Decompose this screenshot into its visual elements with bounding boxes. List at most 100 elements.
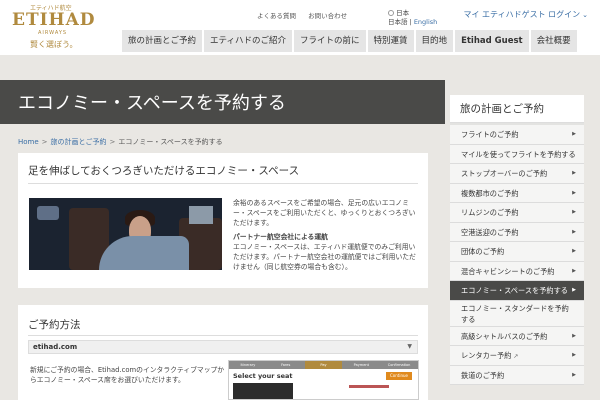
contact-link[interactable]: お問い合わせ [308,12,347,20]
utility-links: よくある質問 お問い合わせ [257,10,357,20]
sidebar-item-multi-city[interactable]: 複数都市のご予約 ▶ [450,183,584,203]
sidebar-item-car-rental[interactable]: レンタカー予約 ↗ ▶ [450,346,584,366]
booking-steps: Itinerary Fares Pay Payment Confirmation [229,361,418,369]
globe-icon [388,10,394,16]
sidebar-item-label: 複数都市のご予約 [461,188,519,198]
continue-button: Continue [386,372,412,380]
arrow-right-icon: ▶ [572,267,576,274]
booking-method-dropdown[interactable]: etihad.com ▼ [28,340,418,354]
sidebar-item-limousine[interactable]: リムジンのご予約 ▶ [450,203,584,223]
chevron-down-icon: ⌄ [582,11,588,19]
sidebar-item-mixed-cabin[interactable]: 混合キャビンシートのご予約 ▶ [450,261,584,281]
breadcrumb: Home > 旅の計画とご予約 > エコノミー・スペースを予約する [18,137,223,147]
current-country: 日本 [396,9,410,17]
breadcrumb-current: エコノミー・スペースを予約する [118,138,223,146]
breadcrumb-sep: > [41,138,48,146]
sidebar-item-label: 混合キャビンシートのご予約 [461,266,555,276]
faq-link[interactable]: よくある質問 [257,12,296,20]
breadcrumb-sep: > [109,138,116,146]
sidebar-item-rail[interactable]: 鉄道のご予約 ▶ [450,365,584,385]
booking-step: Confirmation [387,363,411,367]
sidebar-item-book-flight[interactable]: フライトのご予約 ▶ [450,125,584,145]
sidebar-item-label: エコノミー・スペースを予約する [461,286,568,295]
photo-window [37,206,59,220]
booking-description: 新規にご予約の場合、Etihad.comのインタラクティブマップからエコノミー・… [30,366,225,384]
page-hero: エコノミー・スペースを予約する [0,80,445,124]
nav-plan-book[interactable]: 旅の計画とご予約 [122,30,203,52]
cabin-photo [29,198,222,270]
sidebar-item-label: ストップオーバーのご予約 [461,169,548,178]
sidebar-item-economy-standard[interactable]: エコノミー・スタンダードを予約する [450,300,584,327]
seat-selection-screenshot: Itinerary Fares Pay Payment Confirmation… [228,360,419,400]
arrow-right-icon: ▶ [572,228,576,235]
language-selector[interactable]: 日本 日本語 | English [388,9,437,27]
arrow-right-icon: ▶ [572,332,576,339]
section-title: ご予約方法 [28,319,81,331]
sidebar-item-label: レンタカー予約 [461,351,512,360]
sidebar-item-label: 空港送迎のご予約 [461,227,519,237]
guest-login-link[interactable]: マイ エティハドゲスト ログイン ⌄ [464,9,588,20]
dropdown-value: etihad.com [33,343,78,351]
intro-description: 余裕のあるスペースをご希望の場合、足元の広いエコノミー・スペースをご利用いただく… [233,198,421,272]
breadcrumb-home[interactable]: Home [18,138,39,146]
logo-tagline: 賢く選ぼう。 [30,40,78,49]
lang-english[interactable]: English [414,18,437,26]
sidebar-item-label: マイルを使ってフライトを予約する [461,149,576,159]
arrow-right-icon: ▶ [572,248,576,254]
sidebar-item-label: フライトのご予約 [461,130,519,139]
login-label: マイ エティハドゲスト ログイン [463,10,581,19]
intro-paragraph: 余裕のあるスペースをご希望の場合、足元の広いエコノミー・スペースをご利用いただく… [233,199,416,227]
logo-sub: AIRWAYS [38,30,68,36]
arrow-right-icon: ▶ [572,371,576,378]
partner-paragraph: エコノミー・スペースは、エティハド運航便でのみご利用いただけます。パートナー航空… [233,243,416,271]
lang-japanese[interactable]: 日本語 [388,18,408,26]
etihad-logo[interactable]: エティハド航空 ETIHAD AIRWAYS 賢く選ぼう。 [8,3,108,51]
arrow-right-icon: ▶ [572,170,576,176]
sidebar-item-economy-space[interactable]: エコノミー・スペースを予約する ▶ [450,281,584,301]
flight-line [349,385,389,388]
booking-step: Itinerary [240,363,256,367]
nav-about-etihad[interactable]: エティハドのご紹介 [204,30,293,52]
partner-heading: パートナー航空会社による運航 [233,233,328,241]
caret-down-icon: ▼ [407,343,412,350]
sidebar-item-airport-transfer[interactable]: 空港送迎のご予約 ▶ [450,222,584,242]
section-title: 足を伸ばしておくつろぎいただけるエコノミー・スペース [28,165,300,177]
divider [28,335,418,336]
sidebar-item-label: 団体のご予約 [461,247,505,256]
page-title: エコノミー・スペースを予約する [18,93,286,114]
nav-special-fares[interactable]: 特別運賃 [367,30,414,52]
sidebar-item-award-flight[interactable]: マイルを使ってフライトを予約する [450,144,584,164]
arrow-right-icon: ▶ [572,189,576,196]
arrow-right-icon: ▶ [572,287,576,293]
sidebar-item-stopover[interactable]: ストップオーバーのご予約 ▶ [450,164,584,184]
sidebar-title: 旅の計画とご予約 [450,95,584,123]
nav-destinations[interactable]: 目的地 [415,30,454,52]
nav-company[interactable]: 会社概要 [530,30,577,52]
select-seat-title: Select your seat [233,372,293,380]
sidebar-list: フライトのご予約 ▶ マイルを使ってフライトを予約する ストップオーバーのご予約 ▶… [450,123,584,385]
breadcrumb-parent[interactable]: 旅の計画とご予約 [51,138,107,146]
nav-before-flight[interactable]: フライトの前に [294,30,366,52]
sidebar: 旅の計画とご予約 フライトのご予約 ▶ マイルを使ってフライトを予約する ストップ… [450,95,584,385]
sidebar-item-group[interactable]: 団体のご予約 ▶ [450,242,584,262]
booking-step: Payment [353,363,369,367]
photo-blanket [99,236,189,270]
photo-screen [189,206,213,224]
divider [28,183,418,184]
external-link-icon: ↗ [513,353,519,360]
sidebar-item-label: 高級シャトルバスのご予約 [461,331,548,341]
nav-etihad-guest[interactable]: Etihad Guest [455,30,529,52]
main-nav: 旅の計画とご予約 エティハドのご紹介 フライトの前に 特別運賃 目的地 Etih… [122,30,579,52]
arrow-right-icon: ▶ [572,131,576,137]
site-header: エティハド航空 ETIHAD AIRWAYS 賢く選ぼう。 よくある質問 お問い… [0,0,600,55]
economy-space-intro-card: 足を伸ばしておくつろぎいただけるエコノミー・スペース 余裕のあるスペースをご希望… [18,153,428,288]
sidebar-item-label: リムジンのご予約 [461,208,519,217]
arrow-right-icon: ▶ [572,209,576,215]
seat-map [233,383,293,399]
how-to-book-card: ご予約方法 etihad.com ▼ 新規にご予約の場合、Etihad.comの… [18,305,428,400]
logo-brand: ETIHAD [12,10,96,30]
sidebar-item-label: 鉄道のご予約 [461,370,505,380]
booking-step: Pay [304,361,343,369]
sidebar-item-label: エコノミー・スタンダードを予約する [461,303,569,324]
sidebar-item-shuttle-bus[interactable]: 高級シャトルバスのご予約 ▶ [450,326,584,346]
